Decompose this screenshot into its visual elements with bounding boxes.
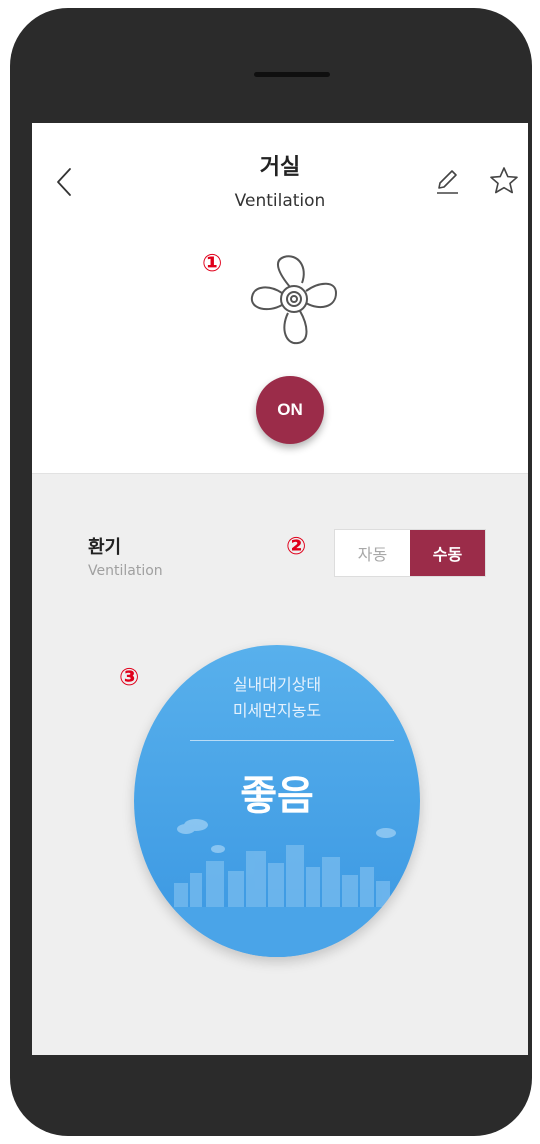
air-quality-subtitle: 미세먼지농도 xyxy=(232,701,322,720)
ventilation-mode-toggle: 자동 수동 xyxy=(334,529,486,577)
annotation-marker-2: ② xyxy=(286,532,307,560)
mode-manual-option[interactable]: 수동 xyxy=(410,530,485,576)
star-icon xyxy=(490,167,518,194)
air-quality-status: 좋음 xyxy=(240,773,314,819)
ventilation-label: 환기 xyxy=(88,537,122,558)
pencil-icon xyxy=(437,170,458,194)
phone-frame: 거실 Ventilation ① ON 환기 Ventilation ② 자동 … xyxy=(10,8,532,1136)
air-quality-title: 실내대기상태 xyxy=(232,675,322,694)
fan-icon xyxy=(240,253,348,345)
air-quality-indicator: 실내대기상태 미세먼지농도 좋음 xyxy=(134,645,420,957)
power-on-button[interactable]: ON xyxy=(256,376,324,444)
divider xyxy=(190,740,394,741)
mode-auto-option[interactable]: 자동 xyxy=(335,530,410,576)
favorite-button[interactable] xyxy=(488,165,520,197)
ventilation-sub-label: Ventilation xyxy=(88,563,163,579)
edit-button[interactable] xyxy=(432,167,462,197)
device-control-panel: 거실 Ventilation ① ON xyxy=(32,123,528,474)
app-screen: 거실 Ventilation ① ON 환기 Ventilation ② 자동 … xyxy=(32,123,528,1055)
phone-speaker xyxy=(254,72,330,77)
annotation-marker-1: ① xyxy=(202,249,223,277)
